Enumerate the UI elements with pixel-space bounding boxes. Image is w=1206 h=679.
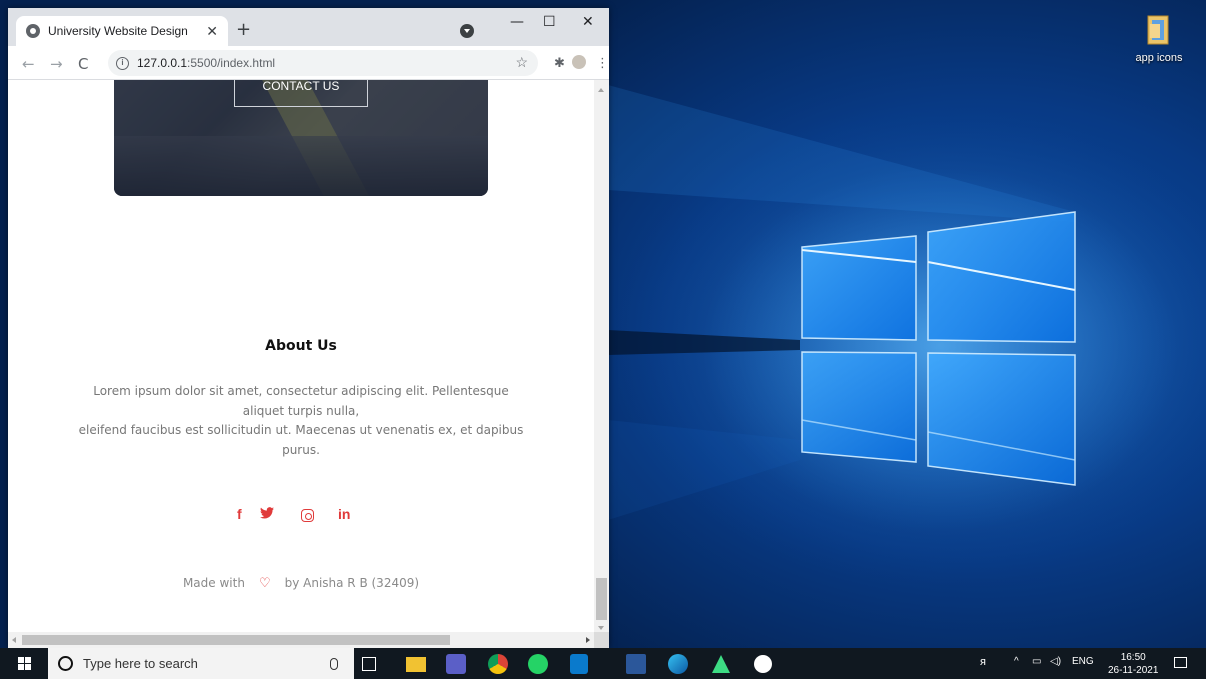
- scroll-down-icon[interactable]: [598, 626, 604, 630]
- forward-arrow-icon[interactable]: →: [50, 55, 63, 73]
- close-icon[interactable]: ✕: [206, 23, 218, 40]
- microphone-icon[interactable]: [330, 657, 338, 670]
- about-line: eleifend faucibus est sollicitudin ut. M…: [78, 423, 524, 437]
- info-icon[interactable]: i: [116, 56, 129, 70]
- puzzle-icon[interactable]: ✱: [554, 56, 565, 71]
- twitter-icon[interactable]: [260, 506, 274, 522]
- horizontal-scroll-thumb[interactable]: [22, 635, 450, 645]
- globe-icon: [26, 24, 40, 38]
- clock-date: 26-11-2021: [1108, 665, 1159, 676]
- desktop-icon-label: app icons: [1135, 52, 1183, 64]
- footer-credit: Made with ♡ by Anisha R B (32409): [8, 576, 594, 591]
- about-line: purus.: [282, 442, 320, 457]
- scroll-left-icon[interactable]: [12, 637, 16, 643]
- scroll-up-icon[interactable]: [598, 88, 604, 92]
- social-links: f in: [8, 506, 594, 526]
- task-view-icon[interactable]: [362, 657, 376, 671]
- vertical-scrollbar[interactable]: [594, 80, 609, 632]
- chrome-icon[interactable]: [488, 654, 508, 674]
- window-close-button[interactable]: ✕: [582, 14, 594, 30]
- contact-banner: CONTACT US: [114, 80, 488, 196]
- contact-us-button[interactable]: CONTACT US: [234, 80, 368, 107]
- tab-university-website[interactable]: University Website Design ✕: [16, 16, 228, 46]
- page-viewport: CONTACT US About Us Lorem ipsum dolor si…: [8, 80, 594, 632]
- minimize-button[interactable]: —: [510, 14, 524, 30]
- footer-suffix: by Anisha R B (32409): [284, 576, 420, 590]
- url-host: 127.0.0.1: [137, 56, 188, 70]
- vertical-scroll-thumb[interactable]: [596, 578, 607, 620]
- address-bar[interactable]: i 127.0.0.1:5500/index.html ☆: [108, 50, 538, 76]
- taskbar-search-box[interactable]: Type here to search: [48, 648, 354, 679]
- notification-icon[interactable]: [1174, 657, 1187, 668]
- scrollbar-corner: [594, 632, 609, 648]
- avatar[interactable]: [572, 55, 586, 69]
- browser-toolbar: ← → C i 127.0.0.1:5500/index.html ☆ ✱ ⋮: [8, 46, 609, 80]
- teams-icon[interactable]: [446, 654, 466, 674]
- tab-title: University Website Design: [48, 24, 188, 38]
- volume-icon[interactable]: ◁): [1050, 656, 1061, 667]
- scroll-right-icon[interactable]: [586, 637, 590, 643]
- android-studio-icon[interactable]: [712, 655, 730, 673]
- desktop-folder-app-icons[interactable]: app icons: [1124, 14, 1194, 64]
- network-icon[interactable]: ▭: [1032, 656, 1041, 667]
- tab-strip: University Website Design ✕ + — ☐ ✕: [8, 8, 609, 46]
- clock-time: 16:50: [1120, 652, 1146, 663]
- footer-prefix: Made with: [182, 576, 245, 590]
- word-icon[interactable]: [626, 654, 646, 674]
- people-icon[interactable]: ᴙ: [980, 656, 986, 668]
- url-path: :5500/index.html: [187, 56, 276, 70]
- vscode-icon[interactable]: [570, 654, 588, 674]
- facebook-icon[interactable]: f: [237, 506, 242, 522]
- app-icon[interactable]: [754, 655, 772, 673]
- folder-icon: [1144, 14, 1174, 46]
- plus-icon[interactable]: +: [236, 19, 251, 40]
- kebab-menu-icon[interactable]: ⋮: [596, 56, 609, 71]
- language-indicator[interactable]: ENG: [1072, 656, 1094, 667]
- browser-window: University Website Design ✕ + — ☐ ✕ ← → …: [8, 8, 609, 648]
- maximize-button[interactable]: ☐: [543, 14, 556, 30]
- back-arrow-icon[interactable]: ←: [22, 55, 35, 73]
- system-clock[interactable]: 16:50 26-11-2021: [1108, 651, 1158, 677]
- linkedin-icon[interactable]: in: [338, 506, 350, 522]
- instagram-icon[interactable]: [301, 509, 314, 522]
- taskbar: Type here to search ᴙ ^ ▭ ◁) ENG 16:50 2…: [0, 648, 1206, 679]
- horizontal-scrollbar[interactable]: [8, 632, 594, 648]
- about-line: Lorem ipsum dolor sit amet, consectetur …: [93, 384, 509, 398]
- tab-search-icon[interactable]: [460, 24, 474, 38]
- about-us-heading: About Us: [265, 338, 337, 354]
- about-line: aliquet turpis nulla,: [242, 403, 360, 418]
- reload-icon[interactable]: C: [78, 55, 88, 73]
- star-icon[interactable]: ☆: [515, 54, 528, 71]
- whatsapp-icon[interactable]: [528, 654, 548, 674]
- chevron-up-icon[interactable]: ^: [1014, 656, 1019, 667]
- windows-start-icon[interactable]: [18, 657, 32, 671]
- about-us-text: Lorem ipsum dolor sit amet, consectetur …: [68, 382, 534, 460]
- heart-icon: ♡: [258, 576, 271, 591]
- cortana-icon: [58, 656, 73, 671]
- search-placeholder: Type here to search: [83, 656, 198, 671]
- file-explorer-icon[interactable]: [406, 657, 426, 672]
- edge-icon[interactable]: [668, 654, 688, 674]
